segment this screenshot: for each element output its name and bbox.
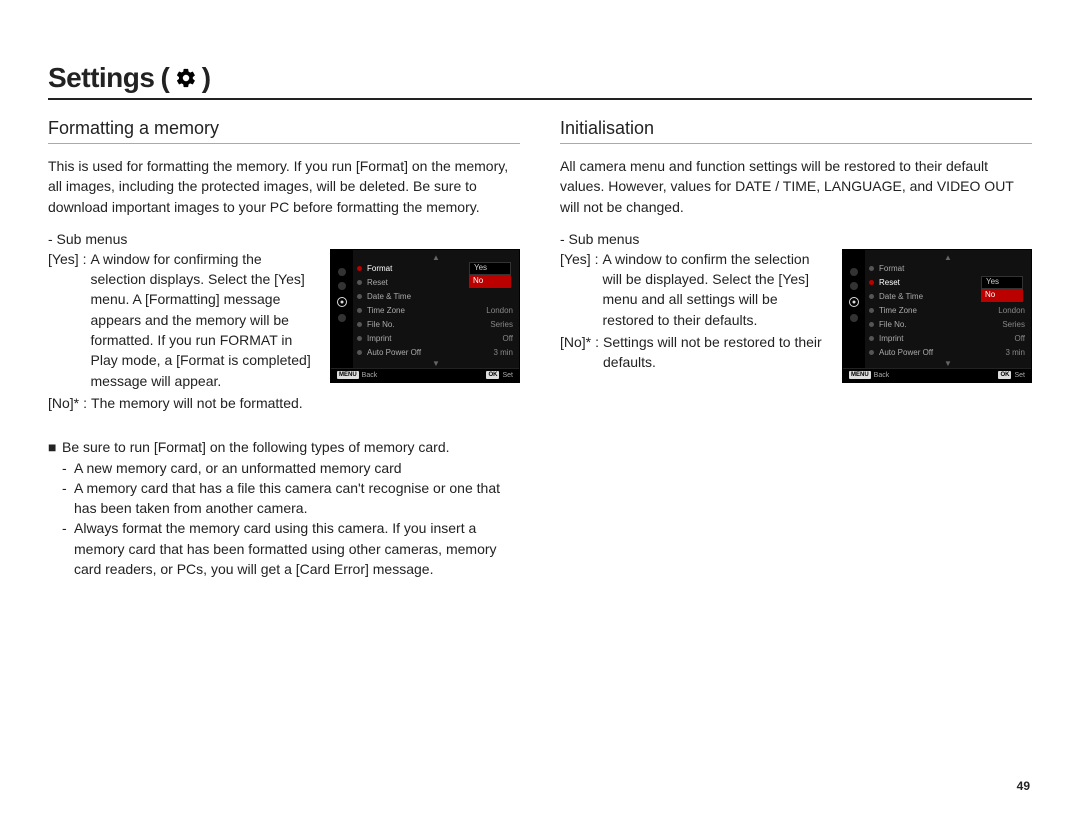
init-yes-val: A window to confirm the selection will b… <box>603 249 832 330</box>
camera-footer: MENUBack OKSet <box>331 368 519 382</box>
square-bullet-icon: ■ <box>48 437 62 457</box>
settings-gear-icon <box>174 66 198 90</box>
camera-menu-row: ImprintOff <box>357 332 515 346</box>
paren-close: ) <box>202 62 211 94</box>
option-no: No <box>981 289 1023 302</box>
tab-dot-icon <box>850 282 858 290</box>
colon: : <box>79 249 91 391</box>
menu-key-icon: MENU <box>337 371 359 379</box>
section-title-init: Initialisation <box>560 118 1032 144</box>
camera-side-tabs <box>331 250 353 368</box>
camera-menu-row: Time ZoneLondon <box>357 304 515 318</box>
list-item: -A new memory card, or an unformatted me… <box>62 458 520 478</box>
camera-menu-row: Auto Power Off3 min <box>869 346 1027 360</box>
format-no-key: [No]* <box>48 393 79 413</box>
camera-menu-row: Auto Power Off3 min <box>357 346 515 360</box>
tab-dot-icon <box>338 314 346 322</box>
option-yes: Yes <box>469 262 511 275</box>
list-item: -Always format the memory card using thi… <box>62 518 520 579</box>
left-column: Formatting a memory This is used for for… <box>48 118 520 579</box>
scroll-up-icon: ▲ <box>357 254 515 262</box>
tab-dot-icon <box>338 282 346 290</box>
camera-menu-preview-reset: ▲ Format Reset Date & Time Time ZoneLond… <box>842 249 1032 383</box>
format-notes: ■ Be sure to run [Format] on the followi… <box>48 437 520 579</box>
camera-option-popup: Yes No <box>469 262 511 288</box>
camera-menu-row: ImprintOff <box>869 332 1027 346</box>
gear-icon <box>336 296 348 308</box>
format-yes-key: [Yes] <box>48 249 79 391</box>
footer-back-label: Back <box>874 372 890 379</box>
camera-menu-row: Date & Time <box>357 290 515 304</box>
camera-footer: MENUBack OKSet <box>843 368 1031 382</box>
page-title-row: Settings ( ) <box>48 62 1032 100</box>
page-number: 49 <box>1017 779 1030 793</box>
paren-open: ( <box>160 62 169 94</box>
init-intro: All camera menu and function settings wi… <box>560 156 1032 217</box>
format-no-row: [No]* : The memory will not be formatted… <box>48 393 320 413</box>
ok-key-icon: OK <box>998 371 1011 379</box>
init-yes-key: [Yes] <box>560 249 591 330</box>
gear-icon <box>848 296 860 308</box>
colon: : <box>591 249 603 330</box>
colon: : <box>79 393 91 413</box>
tab-dot-icon <box>850 268 858 276</box>
camera-menu-preview-format: ▲ Format Reset Date & Time Time ZoneLond… <box>330 249 520 383</box>
footer-set-label: Set <box>502 372 513 379</box>
init-sub-label: - Sub menus <box>560 231 1032 247</box>
camera-side-tabs <box>843 250 865 368</box>
format-note-lead: Be sure to run [Format] on the following… <box>62 437 450 457</box>
format-sub-label: - Sub menus <box>48 231 520 247</box>
format-intro: This is used for formatting the memory. … <box>48 156 520 217</box>
footer-back-label: Back <box>362 372 378 379</box>
init-no-row: [No]* : Settings will not be restored to… <box>560 332 832 373</box>
scroll-down-icon: ▼ <box>869 360 1027 368</box>
option-no: No <box>469 275 511 288</box>
section-title-format: Formatting a memory <box>48 118 520 144</box>
menu-key-icon: MENU <box>849 371 871 379</box>
format-yes-val: A window for confirming the selection di… <box>91 249 320 391</box>
ok-key-icon: OK <box>486 371 499 379</box>
list-item: -A memory card that has a file this came… <box>62 478 520 519</box>
tab-dot-icon <box>338 268 346 276</box>
camera-menu-row: Format <box>869 262 1027 276</box>
init-no-val: Settings will not be restored to their d… <box>603 332 832 373</box>
colon: : <box>591 332 603 373</box>
option-yes: Yes <box>981 276 1023 289</box>
camera-menu-row: File No.Series <box>357 318 515 332</box>
tab-dot-icon <box>850 314 858 322</box>
scroll-down-icon: ▼ <box>357 360 515 368</box>
footer-set-label: Set <box>1014 372 1025 379</box>
camera-menu-row: File No.Series <box>869 318 1027 332</box>
init-yes-row: [Yes] : A window to confirm the selectio… <box>560 249 832 330</box>
format-no-val: The memory will not be formatted. <box>91 393 320 413</box>
page-title: Settings <box>48 62 154 94</box>
init-no-key: [No]* <box>560 332 591 373</box>
right-column: Initialisation All camera menu and funct… <box>560 118 1032 579</box>
format-yes-row: [Yes] : A window for confirming the sele… <box>48 249 320 391</box>
camera-menu-row: Time ZoneLondon <box>869 304 1027 318</box>
scroll-up-icon: ▲ <box>869 254 1027 262</box>
camera-option-popup: Yes No <box>981 276 1023 302</box>
